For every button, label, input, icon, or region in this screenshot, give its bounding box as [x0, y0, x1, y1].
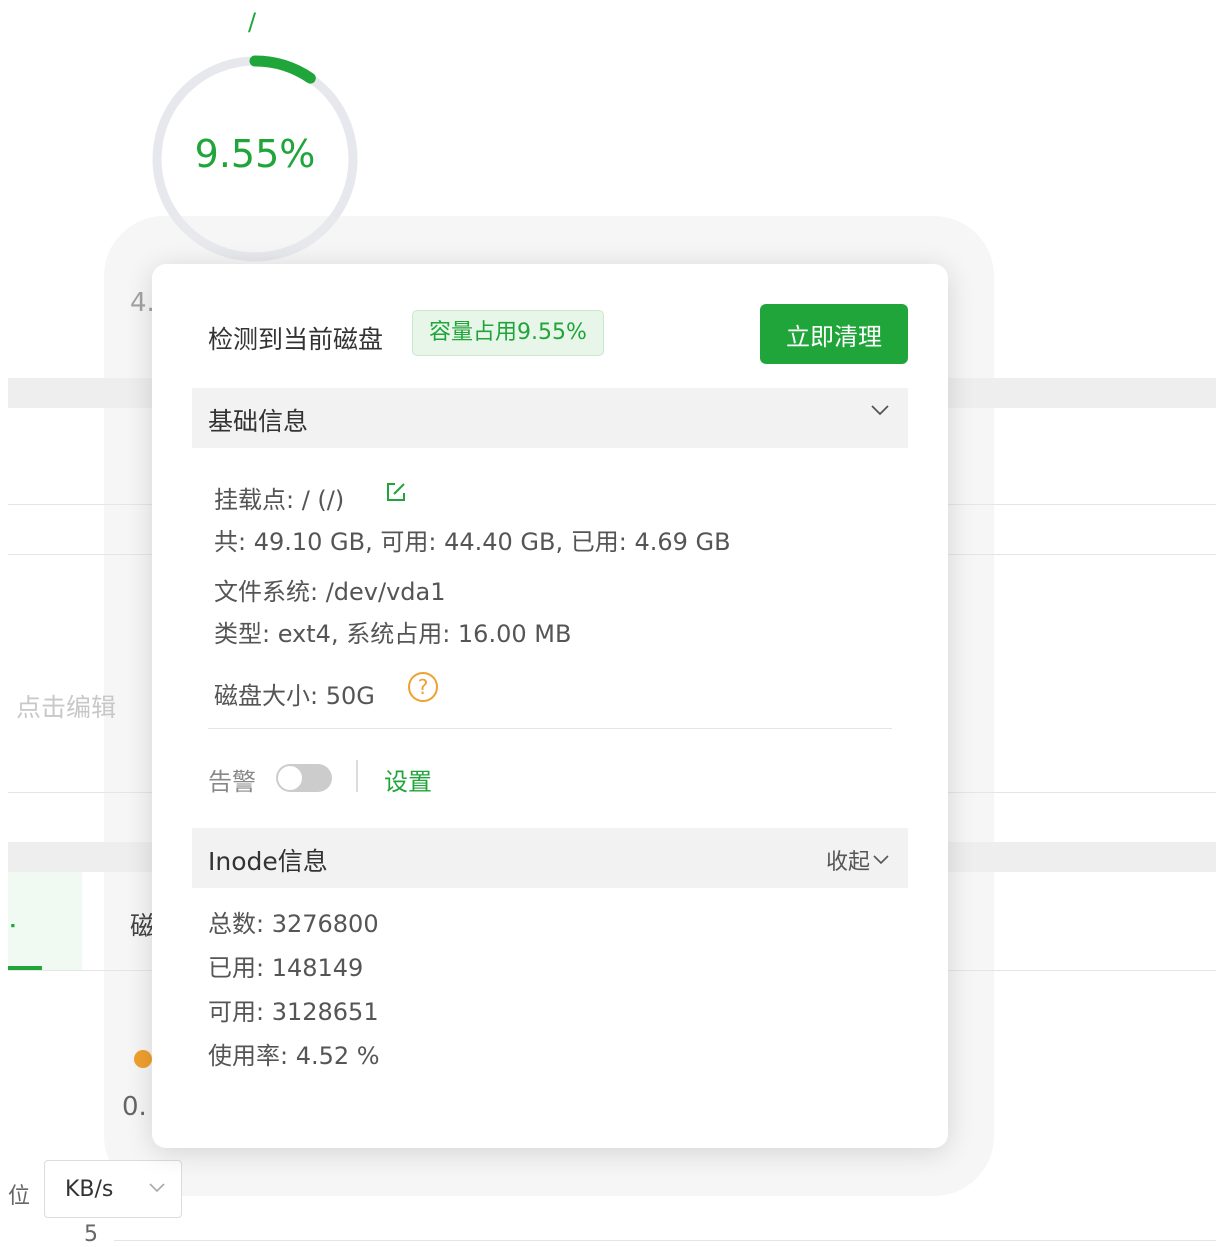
- chevron-down-icon: [149, 1183, 165, 1193]
- disk-size-text: 磁盘大小: 50G: [214, 682, 375, 710]
- disk-detail-popover: 检测到当前磁盘 容量占用9.55% 立即清理 基础信息 挂载点: / (/) 共…: [152, 264, 948, 1148]
- inode-used-text: 已用: 148149: [208, 954, 364, 982]
- clean-now-button[interactable]: 立即清理: [760, 304, 908, 364]
- filesystem-text: 文件系统: /dev/vda1: [214, 578, 446, 606]
- inode-available-text: 可用: 3128651: [208, 998, 379, 1026]
- axis-line: [114, 1240, 1216, 1241]
- inode-info-header[interactable]: Inode信息 收起: [192, 828, 908, 888]
- disk-usage-percent: 9.55%: [194, 132, 316, 176]
- legend-dot: [134, 1050, 152, 1068]
- basic-info-title: 基础信息: [208, 407, 309, 436]
- inode-total-text: 总数: 3276800: [208, 910, 379, 938]
- collapse-button[interactable]: 收起: [826, 844, 890, 876]
- alarm-toggle-knob: [278, 766, 302, 790]
- edit-icon[interactable]: [384, 480, 408, 504]
- mount-point-text: 挂载点: / (/): [214, 486, 345, 514]
- section-divider: [208, 728, 892, 729]
- alarm-label: 告警: [208, 768, 256, 796]
- inode-info-title: Inode信息: [208, 847, 328, 876]
- alarm-toggle[interactable]: [276, 764, 332, 792]
- basic-info-header[interactable]: 基础信息: [192, 388, 908, 448]
- inode-usage-text: 使用率: 4.52 %: [208, 1042, 380, 1070]
- popover-title: 检测到当前磁盘: [208, 325, 384, 354]
- help-icon[interactable]: ?: [408, 672, 438, 702]
- fs-type-text: 类型: ext4, 系统占用: 16.00 MB: [214, 620, 572, 648]
- collapse-label: 收起: [825, 850, 870, 875]
- chevron-down-icon: [873, 855, 889, 865]
- unit-label: 位: [8, 1184, 31, 1209]
- unit-select[interactable]: KB/s: [44, 1160, 182, 1218]
- chevron-down-icon: [871, 405, 889, 416]
- capacity-text: 共: 49.10 GB, 可用: 44.40 GB, 已用: 4.69 GB: [214, 528, 731, 556]
- legend-value: 0.: [122, 1092, 147, 1122]
- unit-select-value: KB/s: [65, 1177, 114, 1202]
- vertical-separator: [356, 760, 358, 792]
- axis-tick: 5: [84, 1222, 98, 1247]
- click-to-edit-note[interactable]: 点击编辑: [16, 688, 116, 724]
- alarm-settings-link[interactable]: 设置: [384, 762, 432, 797]
- disk-mount-label: /: [248, 8, 257, 36]
- capacity-usage-badge: 容量占用9.55%: [412, 310, 604, 356]
- tab-active-label: ⠄: [8, 910, 25, 935]
